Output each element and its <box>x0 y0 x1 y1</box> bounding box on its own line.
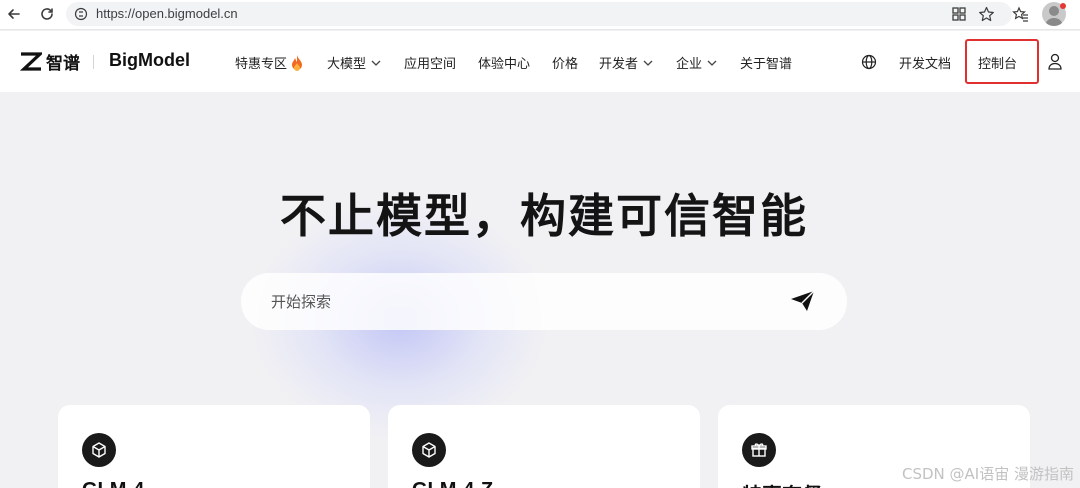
browser-toolbar: https://open.bigmodel.cn <box>0 0 1080 30</box>
nav-item-experience[interactable]: 体验中心 <box>478 53 530 72</box>
model-card-glm4[interactable]: GLM-4 <box>58 405 370 488</box>
chevron-down-icon <box>707 60 717 66</box>
address-bar[interactable]: https://open.bigmodel.cn <box>66 2 1012 26</box>
fire-icon <box>292 54 303 71</box>
reload-icon[interactable] <box>36 3 58 25</box>
search-box <box>241 273 847 330</box>
grid-icon[interactable] <box>948 3 970 25</box>
site-header: 智谱 BigModel 特惠专区 大模型 应用空间 体验中心 价格 开发者 企业… <box>0 31 1080 92</box>
hero-title: 不止模型，构建可信智能 <box>280 189 808 243</box>
send-icon[interactable] <box>790 290 815 312</box>
watermark: CSDN @AI语宙 漫游指南 <box>902 465 1074 483</box>
card-title: GLM-4-Z <box>412 479 493 488</box>
nav-item-pricing[interactable]: 价格 <box>552 53 578 72</box>
search-input[interactable] <box>271 291 771 313</box>
console-link[interactable]: 控制台 <box>978 53 1017 72</box>
star-icon[interactable] <box>975 3 997 25</box>
favorites-icon[interactable] <box>1009 3 1031 25</box>
globe-icon[interactable] <box>861 54 877 70</box>
nav-item-deals[interactable]: 特惠专区 <box>235 53 303 72</box>
zhipu-logo-icon <box>20 51 42 71</box>
cube-icon <box>412 433 446 467</box>
nav-item-about[interactable]: 关于智谱 <box>740 53 792 72</box>
back-icon[interactable] <box>3 3 25 25</box>
logo-divider <box>93 55 94 69</box>
card-title: 特惠套餐 <box>742 479 822 488</box>
nav-item-app-space[interactable]: 应用空间 <box>404 53 456 72</box>
url-text[interactable]: https://open.bigmodel.cn <box>96 6 238 21</box>
chevron-down-icon <box>643 60 653 66</box>
model-card-glm4z[interactable]: GLM-4-Z <box>388 405 700 488</box>
site-info-icon[interactable] <box>70 3 92 25</box>
logo-text-cn: 智谱 <box>46 54 80 74</box>
notification-dot <box>1060 3 1066 9</box>
chevron-down-icon <box>371 60 381 66</box>
cube-icon <box>82 433 116 467</box>
user-icon[interactable] <box>1047 53 1063 70</box>
docs-link[interactable]: 开发文档 <box>899 53 951 72</box>
logo-text-en[interactable]: BigModel <box>109 50 190 71</box>
logo[interactable]: 智谱 <box>20 49 80 74</box>
nav-item-developers[interactable]: 开发者 <box>599 53 653 72</box>
card-title: GLM-4 <box>82 479 144 488</box>
gift-icon <box>742 433 776 467</box>
nav-item-models[interactable]: 大模型 <box>327 53 381 72</box>
nav-item-enterprise[interactable]: 企业 <box>676 53 717 72</box>
